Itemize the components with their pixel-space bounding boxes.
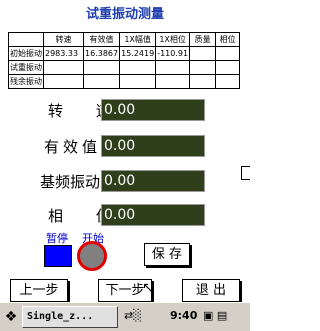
taskbar: ❖ Single_z... ⇄░ 9:40 ▣ ▤ — [0, 302, 250, 331]
table-cell — [189, 46, 217, 61]
table-header-cell: 相位 — [215, 32, 241, 47]
table-cell: 15.2419 — [119, 46, 157, 61]
table-cell — [43, 60, 84, 75]
exit-button[interactable]: 退 出 — [182, 279, 240, 302]
table-cell — [119, 60, 157, 75]
stop-label: 暂停 — [46, 232, 68, 245]
table-row: 初始振动 2983.33 16.3867 15.2419 -110.91 — [8, 46, 241, 61]
table-header-cell — [8, 32, 44, 47]
table-header-cell: 1X相位 — [155, 32, 191, 47]
measurement-table: 转速 有效值 1X幅值 1X相位 质量 相位 初始振动 2983.33 16.3… — [8, 32, 241, 89]
table-header-cell: 质量 — [189, 32, 217, 47]
speed-value: 0.00 — [101, 99, 205, 121]
phase-value: 0.00 — [101, 204, 205, 226]
fundamental-value: 0.00 — [101, 170, 205, 192]
fundamental-label: 基频振动 — [40, 173, 101, 191]
table-cell: -110.91 — [155, 46, 191, 61]
table-row: 残余振动 — [8, 74, 241, 89]
table-cell — [189, 74, 217, 89]
tray-icon[interactable]: ▣ ▤ — [203, 309, 227, 322]
table-cell — [82, 60, 121, 75]
clock[interactable]: 9:40 — [170, 309, 197, 322]
start-button[interactable] — [77, 241, 107, 271]
table-cell: 试重振动 — [8, 60, 44, 75]
table-header-cell: 有效值 — [82, 32, 121, 47]
table-header-row: 转速 有效值 1X幅值 1X相位 质量 相位 — [8, 32, 241, 47]
mouse-cursor-icon: ↖ — [142, 280, 154, 296]
table-cell — [215, 74, 241, 89]
table-header-cell: 转速 — [43, 32, 84, 47]
side-tab — [241, 166, 250, 180]
table-cell: 16.3867 — [82, 46, 121, 61]
prev-button[interactable]: 上一步 — [10, 279, 68, 302]
table-cell — [215, 46, 241, 61]
table-cell — [82, 74, 121, 89]
table-cell: 初始振动 — [8, 46, 44, 61]
save-button[interactable]: 保 存 — [144, 243, 190, 266]
table-cell — [155, 60, 191, 75]
task-button[interactable]: Single_z... — [22, 306, 118, 328]
table-cell: 残余振动 — [8, 74, 44, 89]
page-title: 试重振动测量 — [85, 7, 164, 22]
windows-start-icon[interactable]: ❖ — [2, 308, 20, 326]
table-cell — [215, 60, 241, 75]
table-cell — [189, 60, 217, 75]
table-cell — [43, 74, 84, 89]
table-cell — [155, 74, 191, 89]
table-cell — [119, 74, 157, 89]
rms-label: 有效值 — [44, 138, 102, 156]
table-header-cell: 1X幅值 — [119, 32, 157, 47]
table-row: 试重振动 — [8, 60, 241, 75]
stop-button[interactable] — [44, 245, 72, 267]
table-cell: 2983.33 — [43, 46, 84, 61]
network-icon[interactable]: ⇄░ — [124, 309, 142, 322]
rms-value: 0.00 — [101, 135, 205, 157]
